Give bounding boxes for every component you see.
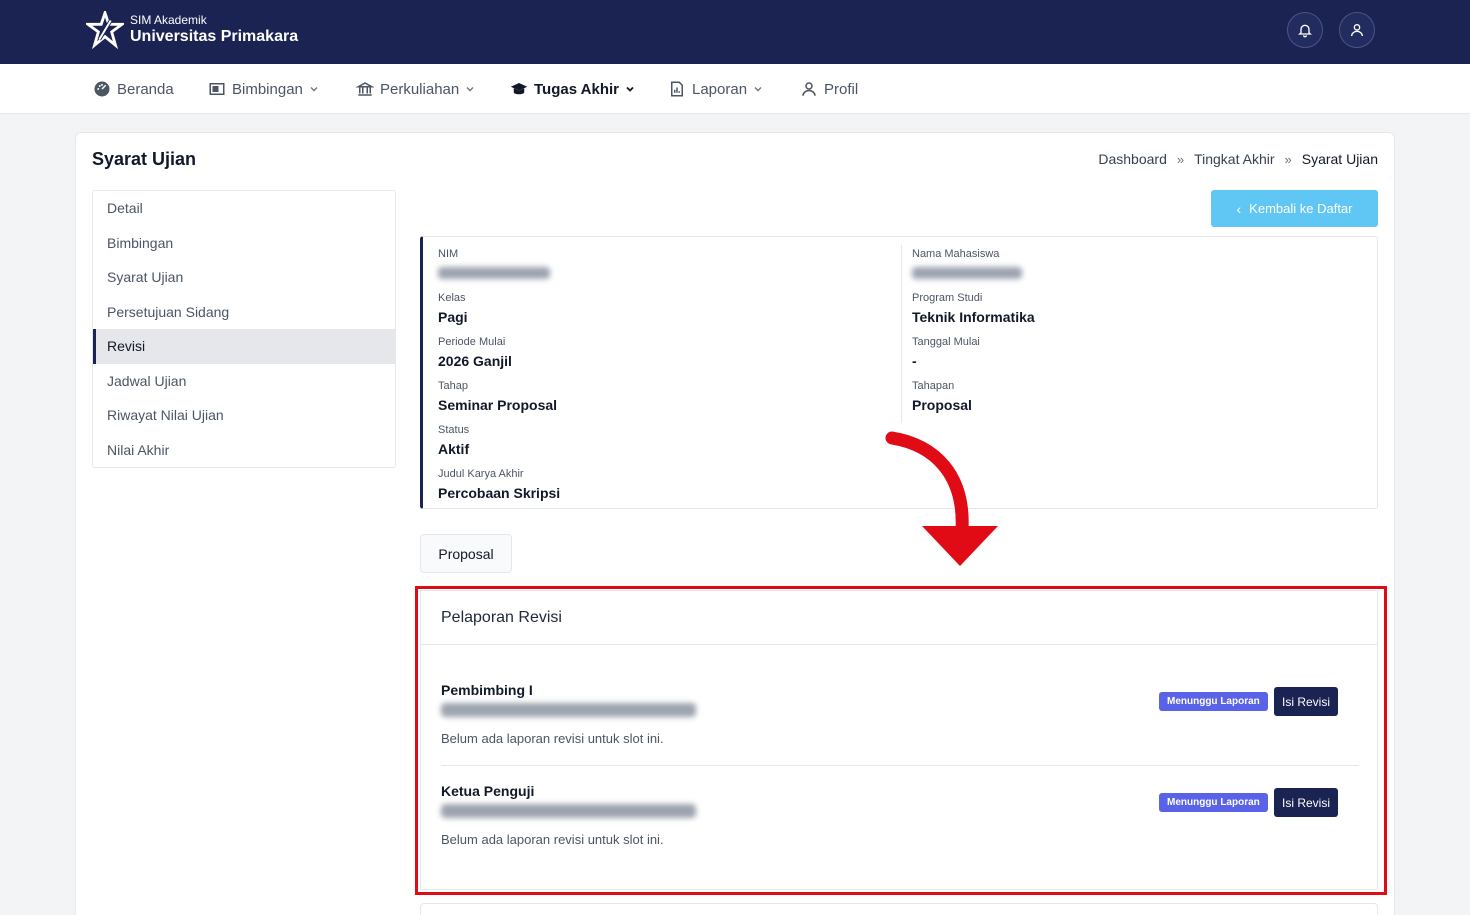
nama-label: Nama Mahasiswa bbox=[912, 248, 1000, 260]
main-nav: Beranda Bimbingan Perkuliahan Tugas Akhi… bbox=[0, 64, 1470, 114]
chevron-down-icon bbox=[754, 87, 762, 92]
breadcrumb: Dashboard » Tingkat Akhir » Syarat Ujian bbox=[1098, 151, 1378, 167]
user-icon bbox=[1351, 24, 1363, 37]
dashboard-icon bbox=[94, 81, 110, 97]
status-label: Status bbox=[438, 424, 470, 436]
presentation-icon bbox=[209, 83, 225, 95]
breadcrumb-tingkat-akhir[interactable]: Tingkat Akhir bbox=[1194, 151, 1274, 167]
chevron-down-icon bbox=[626, 86, 634, 92]
field-tahapan: Tahapan Proposal bbox=[912, 379, 972, 414]
field-tahap: Tahap Seminar Proposal bbox=[438, 379, 557, 414]
tahap-value: Seminar Proposal bbox=[438, 397, 558, 413]
side-menu: Detail Bimbingan Syarat Ujian Persetujua… bbox=[92, 190, 396, 468]
user-menu-button[interactable] bbox=[1339, 12, 1375, 48]
nav-label: Laporan bbox=[692, 80, 748, 98]
graduation-cap-icon bbox=[510, 83, 528, 95]
field-tanggal: Tanggal Mulai - bbox=[912, 335, 980, 370]
status-value: Aktif bbox=[438, 441, 470, 457]
breadcrumb-separator-icon: » bbox=[1176, 151, 1185, 167]
side-item-nilai-akhir[interactable]: Nilai Akhir bbox=[93, 433, 395, 468]
nav-label: Tugas Akhir bbox=[534, 80, 620, 98]
report-icon bbox=[671, 81, 683, 97]
breadcrumb-current: Syarat Ujian bbox=[1301, 151, 1378, 167]
tahap-label: Tahap bbox=[438, 380, 468, 392]
red-arrow-icon bbox=[885, 431, 998, 566]
prodi-value: Teknik Informatika bbox=[912, 309, 1035, 325]
kelas-value: Pagi bbox=[438, 309, 468, 325]
nav-item-perkuliahan[interactable]: Perkuliahan bbox=[356, 64, 475, 114]
notification-button[interactable] bbox=[1287, 12, 1323, 48]
chevron-left-icon: ‹ bbox=[1236, 200, 1242, 217]
nav-item-beranda[interactable]: Beranda bbox=[93, 64, 174, 114]
side-item-bimbingan[interactable]: Bimbingan bbox=[93, 226, 395, 261]
top-header: SIM Akademik Universitas Primakara bbox=[0, 0, 1470, 64]
chevron-down-icon bbox=[310, 87, 318, 92]
side-item-jadwal-ujian[interactable]: Jadwal Ujian bbox=[93, 364, 395, 399]
kelas-label: Kelas bbox=[438, 292, 466, 304]
nav-label: Perkuliahan bbox=[380, 80, 460, 98]
side-item-syarat-ujian[interactable]: Syarat Ujian bbox=[93, 260, 395, 295]
side-item-persetujuan-sidang[interactable]: Persetujuan Sidang bbox=[93, 295, 395, 330]
nav-label: Profil bbox=[824, 80, 859, 98]
field-nim: NIM bbox=[438, 247, 550, 284]
side-item-detail[interactable]: Detail bbox=[93, 191, 395, 226]
nav-label: Beranda bbox=[117, 80, 174, 98]
tahapan-value: Proposal bbox=[912, 397, 972, 413]
back-to-list-button[interactable]: ‹ Kembali ke Daftar bbox=[1211, 190, 1378, 227]
institution-icon bbox=[356, 82, 374, 96]
user-icon bbox=[802, 82, 816, 96]
back-button-label: Kembali ke Daftar bbox=[1249, 201, 1353, 216]
breadcrumb-dashboard[interactable]: Dashboard bbox=[1098, 151, 1167, 167]
page-title: Syarat Ujian bbox=[92, 149, 197, 169]
nav-item-bimbingan[interactable]: Bimbingan bbox=[208, 64, 319, 114]
field-prodi: Program Studi Teknik Informatika bbox=[912, 291, 1035, 326]
highlight-frame bbox=[415, 586, 1387, 895]
tanggal-value: - bbox=[912, 353, 917, 369]
field-kelas: Kelas Pagi bbox=[438, 291, 468, 326]
nav-label: Bimbingan bbox=[232, 80, 303, 98]
university-logo-icon bbox=[86, 11, 124, 49]
side-item-riwayat-nilai-ujian[interactable]: Riwayat Nilai Ujian bbox=[93, 398, 395, 433]
judul-value: Percobaan Skripsi bbox=[438, 485, 561, 501]
next-panel bbox=[420, 903, 1378, 915]
prodi-label: Program Studi bbox=[912, 292, 983, 304]
breadcrumb-separator-icon: » bbox=[1284, 151, 1292, 167]
periode-value: 2026 Ganjil bbox=[438, 353, 512, 369]
nav-item-laporan[interactable]: Laporan bbox=[668, 64, 763, 114]
field-nama: Nama Mahasiswa bbox=[912, 247, 1022, 284]
nav-item-profil[interactable]: Profil bbox=[800, 64, 858, 114]
app-subtitle: SIM Akademik bbox=[130, 13, 207, 27]
judul-label: Judul Karya Akhir bbox=[438, 468, 524, 480]
periode-label: Periode Mulai bbox=[438, 336, 506, 348]
nama-value-redacted bbox=[912, 267, 1022, 279]
nav-item-tugas-akhir[interactable]: Tugas Akhir bbox=[510, 64, 635, 114]
field-judul: Judul Karya Akhir Percobaan Skripsi bbox=[438, 467, 560, 502]
tab-proposal[interactable]: Proposal bbox=[420, 534, 512, 573]
nim-label: NIM bbox=[438, 248, 459, 260]
field-periode: Periode Mulai 2026 Ganjil bbox=[438, 335, 512, 370]
brand[interactable]: SIM Akademik Universitas Primakara bbox=[86, 11, 298, 49]
app-name: Universitas Primakara bbox=[130, 28, 299, 45]
tahapan-label: Tahapan bbox=[912, 380, 955, 392]
nim-value-redacted bbox=[438, 267, 550, 279]
chevron-down-icon bbox=[466, 87, 474, 92]
tanggal-label: Tanggal Mulai bbox=[912, 336, 980, 348]
field-status: Status Aktif bbox=[438, 423, 469, 458]
bell-icon bbox=[1298, 24, 1312, 38]
side-item-revisi[interactable]: Revisi bbox=[93, 329, 395, 364]
info-divider bbox=[901, 245, 902, 423]
